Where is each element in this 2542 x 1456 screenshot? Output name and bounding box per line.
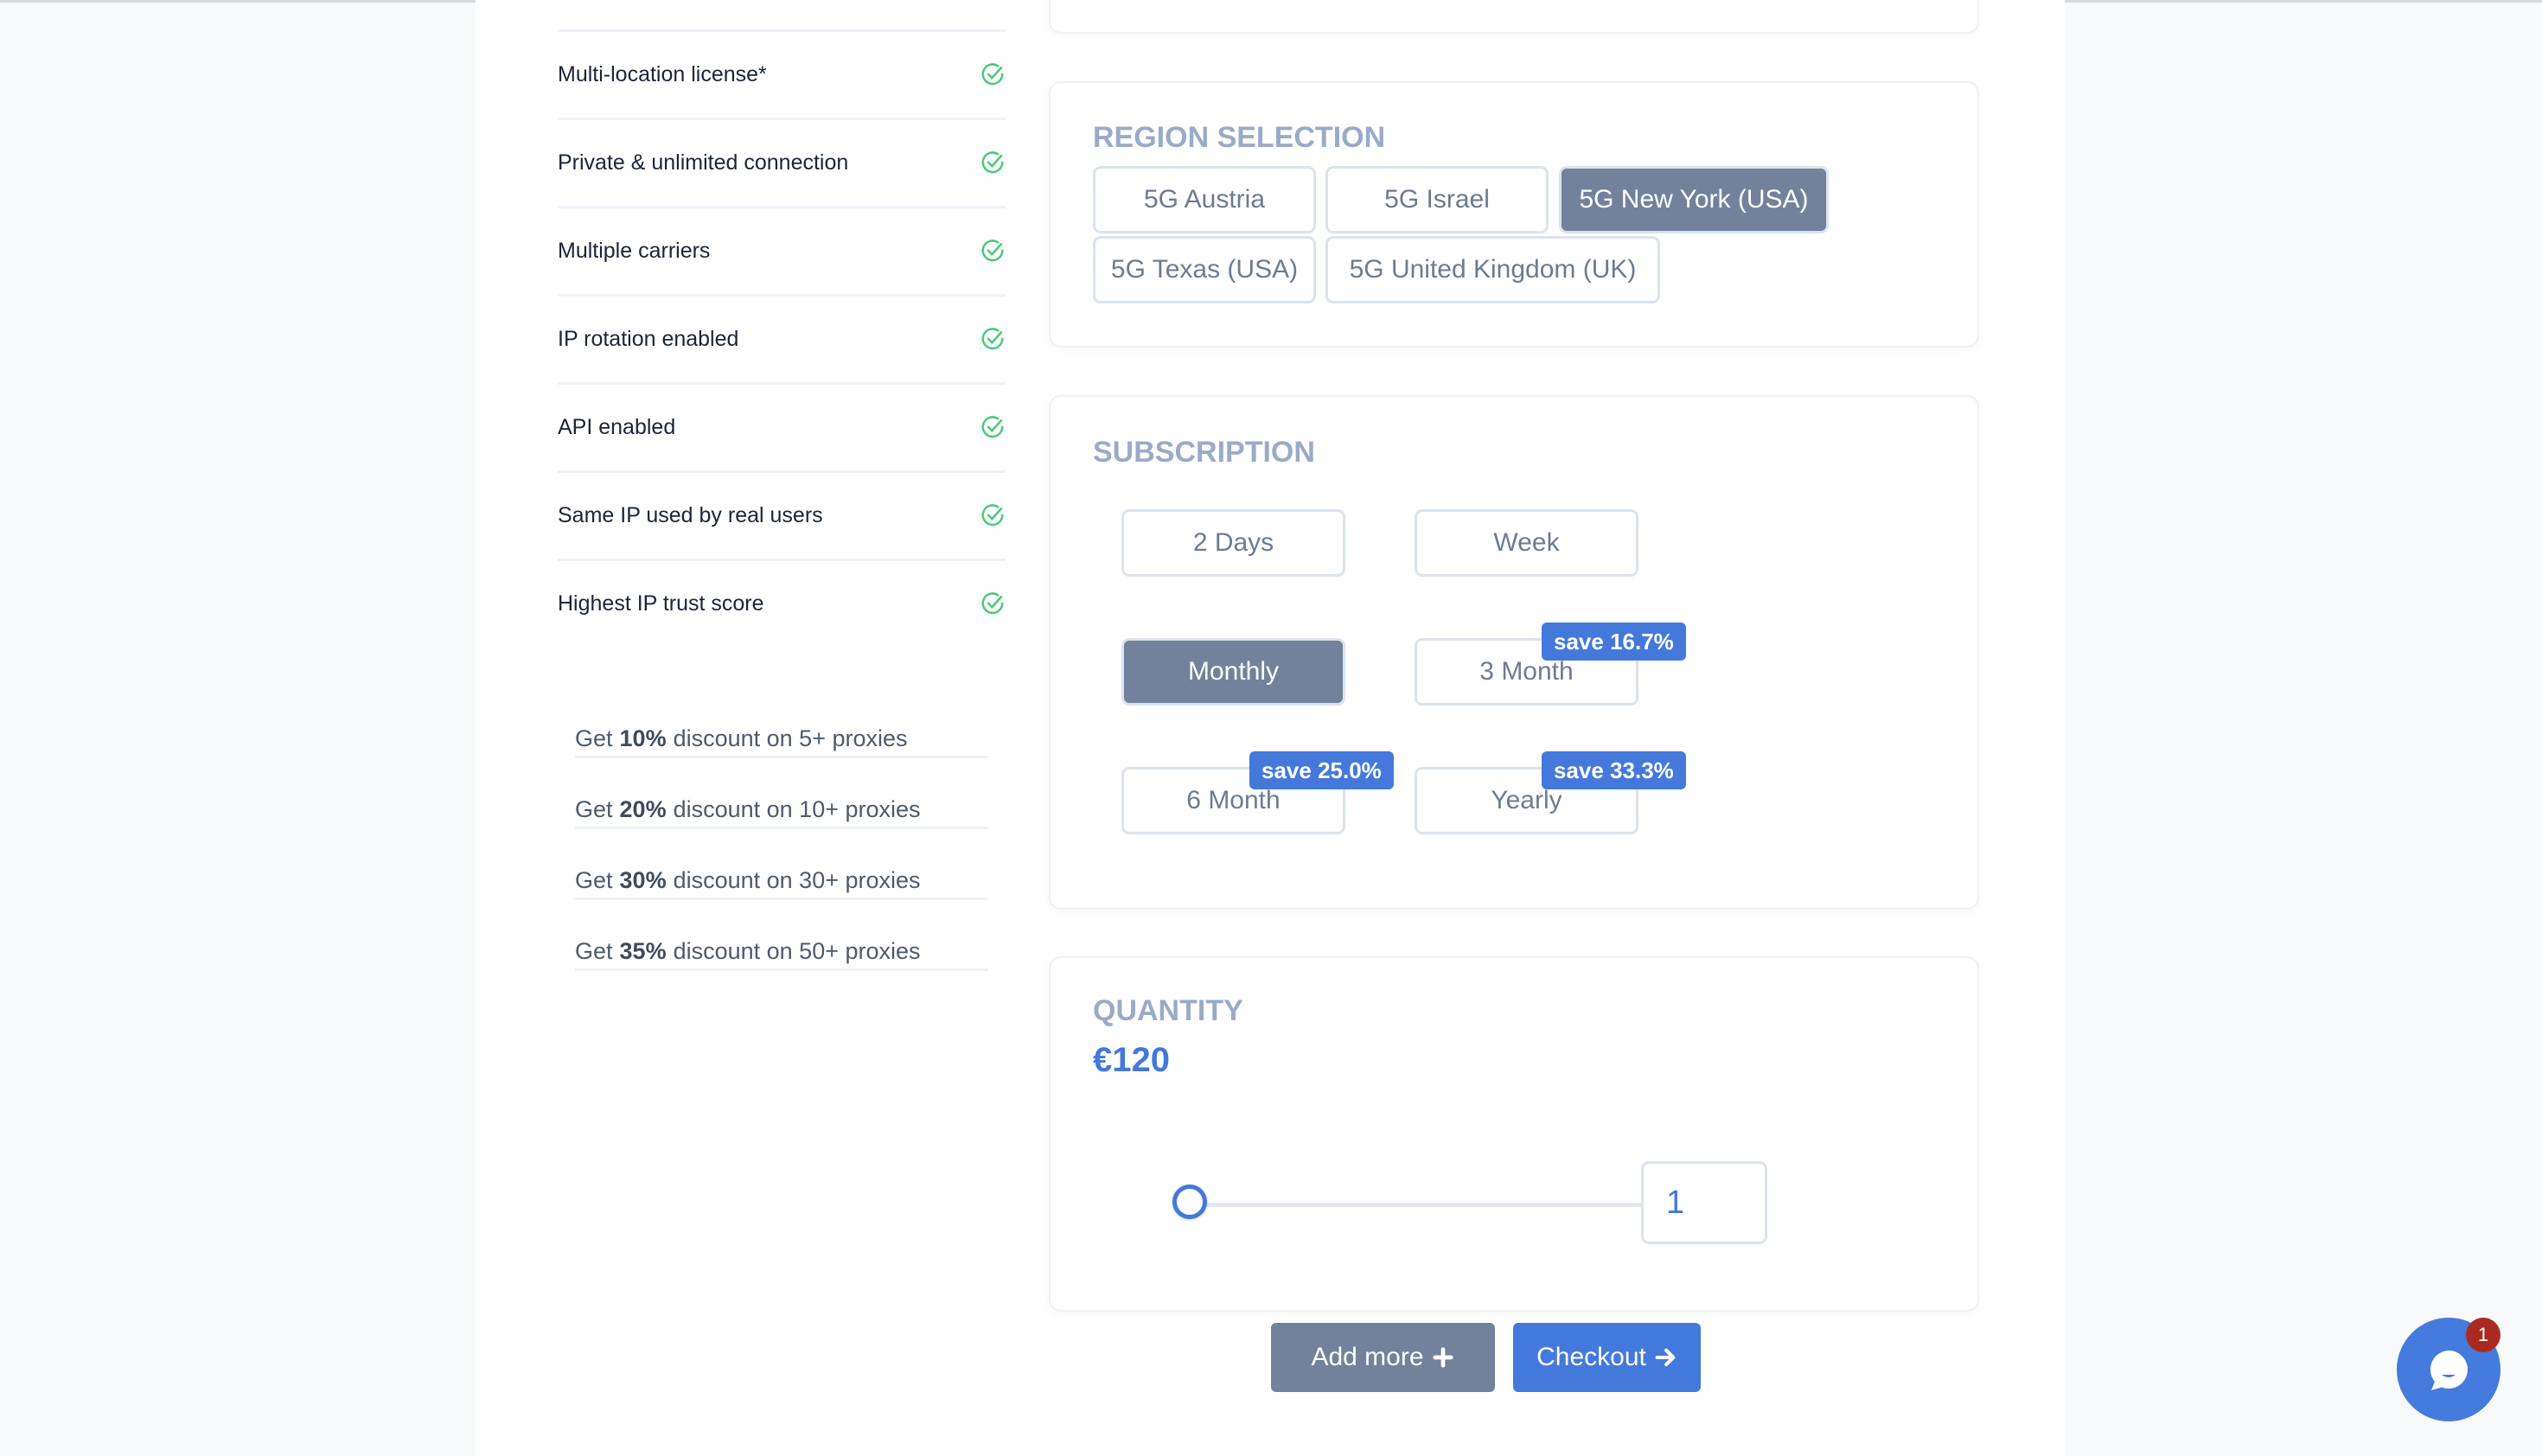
arrow-right-icon: [1655, 1348, 1676, 1367]
feature-item: IP rotation enabled: [558, 294, 1006, 382]
discount-suffix: discount on 30+ proxies: [673, 867, 921, 893]
quantity-title: QUANTITY: [1093, 994, 1243, 1027]
subscription-option-monthly[interactable]: Monthly: [1121, 638, 1345, 706]
discount-item: Get 35% discount on 50+ proxies: [575, 900, 988, 971]
discount-suffix: discount on 5+ proxies: [673, 725, 908, 751]
checkout-button[interactable]: Checkout: [1513, 1323, 1701, 1392]
region-option-austria[interactable]: 5G Austria: [1093, 166, 1316, 233]
chat-bubble-icon: [2430, 1351, 2468, 1390]
feature-item: Same IP used by real users: [558, 470, 1006, 559]
region-option-new-york[interactable]: 5G New York (USA): [1559, 166, 1829, 233]
feature-label: Same IP used by real users: [558, 503, 823, 527]
feature-label: Private & unlimited connection: [558, 150, 849, 175]
chat-unread-badge: 1: [2466, 1318, 2500, 1352]
subscription-title: SUBSCRIPTION: [1093, 436, 1315, 469]
discount-percent: 30%: [619, 867, 667, 893]
feature-list: Multi-location license* Private & unlimi…: [558, 29, 1006, 647]
feature-label: IP rotation enabled: [558, 327, 739, 351]
checkout-label: Checkout: [1536, 1343, 1646, 1371]
feature-label: Multi-location license*: [558, 62, 767, 86]
quantity-slider-track[interactable]: [1191, 1203, 1657, 1207]
discount-item: Get 30% discount on 30+ proxies: [575, 829, 988, 900]
check-circle-icon: [981, 591, 1004, 614]
save-badge: save 33.3%: [1542, 751, 1686, 789]
check-circle-icon: [981, 415, 1004, 437]
subscription-option-2-days[interactable]: 2 Days: [1121, 509, 1345, 577]
feature-label: API enabled: [558, 415, 676, 439]
check-circle-icon: [981, 150, 1004, 173]
discount-prefix: Get: [575, 725, 613, 751]
discount-prefix: Get: [575, 938, 613, 964]
region-selection-card: REGION SELECTION 5G Austria 5G Israel 5G…: [1049, 81, 1979, 348]
discount-percent: 35%: [619, 938, 667, 964]
add-more-button[interactable]: Add more: [1271, 1323, 1495, 1392]
region-option-texas[interactable]: 5G Texas (USA): [1093, 236, 1316, 303]
region-title: REGION SELECTION: [1093, 121, 1386, 154]
save-badge: save 25.0%: [1249, 751, 1394, 789]
feature-label: Multiple carriers: [558, 239, 711, 263]
subscription-card: SUBSCRIPTION 2 Days Week Monthly 3 Month…: [1049, 395, 1979, 910]
discount-item: Get 20% discount on 10+ proxies: [575, 758, 988, 829]
add-more-label: Add more: [1311, 1343, 1424, 1371]
discount-prefix: Get: [575, 796, 613, 822]
quantity-input[interactable]: [1641, 1161, 1767, 1244]
quantity-slider-thumb[interactable]: [1172, 1185, 1207, 1219]
region-option-uk[interactable]: 5G United Kingdom (UK): [1325, 236, 1660, 303]
discount-item: Get 10% discount on 5+ proxies: [575, 687, 988, 758]
discount-suffix: discount on 50+ proxies: [673, 938, 921, 964]
total-price: €120: [1093, 1041, 1170, 1079]
region-option-israel[interactable]: 5G Israel: [1325, 166, 1549, 233]
check-circle-icon: [981, 503, 1004, 526]
feature-item: Highest IP trust score: [558, 559, 1006, 647]
discount-suffix: discount on 10+ proxies: [673, 796, 921, 822]
discount-percent: 20%: [619, 796, 667, 822]
feature-item: Multi-location license*: [558, 29, 1006, 118]
discount-percent: 10%: [619, 725, 667, 751]
feature-item: Private & unlimited connection: [558, 118, 1006, 206]
check-circle-icon: [981, 327, 1004, 349]
feature-item: API enabled: [558, 382, 1006, 470]
main-container: Multi-location license* Private & unlimi…: [476, 0, 2065, 1456]
feature-label: Highest IP trust score: [558, 591, 764, 616]
previous-card: [1049, 0, 1979, 34]
check-circle-icon: [981, 62, 1004, 85]
discount-list: Get 10% discount on 5+ proxies Get 20% disco…: [575, 687, 988, 971]
feature-item: Multiple carriers: [558, 206, 1006, 294]
save-badge: save 16.7%: [1542, 623, 1686, 661]
discount-prefix: Get: [575, 867, 613, 893]
plus-icon: [1432, 1347, 1453, 1368]
subscription-option-week[interactable]: Week: [1415, 509, 1638, 577]
quantity-card: QUANTITY €120: [1049, 956, 1979, 1312]
check-circle-icon: [981, 239, 1004, 261]
